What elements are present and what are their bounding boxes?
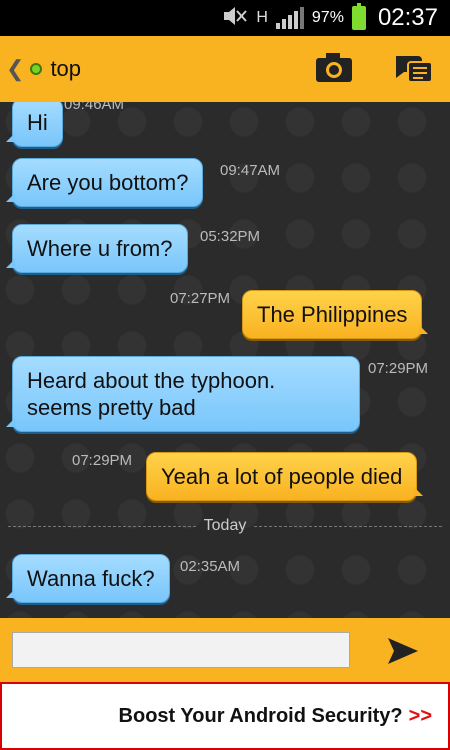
message-timestamp: 07:27PM — [170, 290, 231, 307]
battery-percentage: 97% — [311, 9, 344, 26]
date-divider: Today — [0, 516, 450, 536]
battery-icon — [351, 3, 366, 30]
message-bubble-incoming[interactable]: Hi — [6, 102, 63, 147]
message-bubble-incoming[interactable]: Heard about the typhoon. seems pretty ba… — [6, 356, 360, 432]
divider-line — [8, 525, 196, 527]
chat-header: ❮ top — [0, 36, 450, 102]
ad-arrow: >> — [408, 704, 432, 727]
message-bubble-outgoing[interactable]: The Philippines — [242, 290, 429, 339]
camera-button[interactable] — [314, 50, 354, 86]
status-bar: H 97% 02:37 — [0, 0, 450, 36]
status-time: 02:37 — [377, 4, 438, 31]
mute-icon — [222, 6, 248, 31]
message-bubble-incoming[interactable]: Are you bottom? — [5, 158, 204, 207]
message-bubble-incoming[interactable]: Where u from? — [6, 224, 188, 273]
camera-icon — [316, 53, 352, 82]
ad-text: Boost Your Android Security? — [118, 704, 403, 727]
message-timestamp: 05:32PM — [200, 228, 261, 245]
contact-name[interactable]: top — [50, 56, 81, 82]
divider-line — [254, 525, 443, 527]
date-divider-label: Today — [203, 517, 247, 534]
send-button[interactable] — [386, 636, 420, 666]
message-timestamp: 09:47AM — [220, 162, 281, 179]
signal-icon — [275, 7, 304, 29]
message-timestamp: 07:29PM — [368, 360, 429, 377]
message-bubble-outgoing[interactable]: Yeah a lot of people died — [146, 452, 424, 501]
message-bubble-incoming[interactable]: Wanna fuck? — [6, 554, 170, 603]
ad-banner[interactable]: Boost Your Android Security? >> — [0, 682, 450, 750]
message-timestamp: 09:46AM — [64, 102, 125, 113]
network-h-icon: H — [256, 9, 268, 26]
message-input[interactable] — [12, 632, 350, 668]
online-status-icon — [30, 63, 43, 75]
message-timestamp: 07:29PM — [72, 452, 133, 469]
chats-button[interactable] — [392, 50, 436, 86]
chats-icon — [396, 56, 433, 83]
send-icon — [388, 638, 418, 664]
message-timestamp: 02:35AM — [180, 558, 241, 575]
message-list[interactable]: Hi 09:46AM Are you bottom? 09:47AM Where… — [0, 102, 450, 618]
composer-bar — [0, 618, 450, 682]
chevron-left-icon[interactable]: ❮ — [6, 56, 24, 82]
